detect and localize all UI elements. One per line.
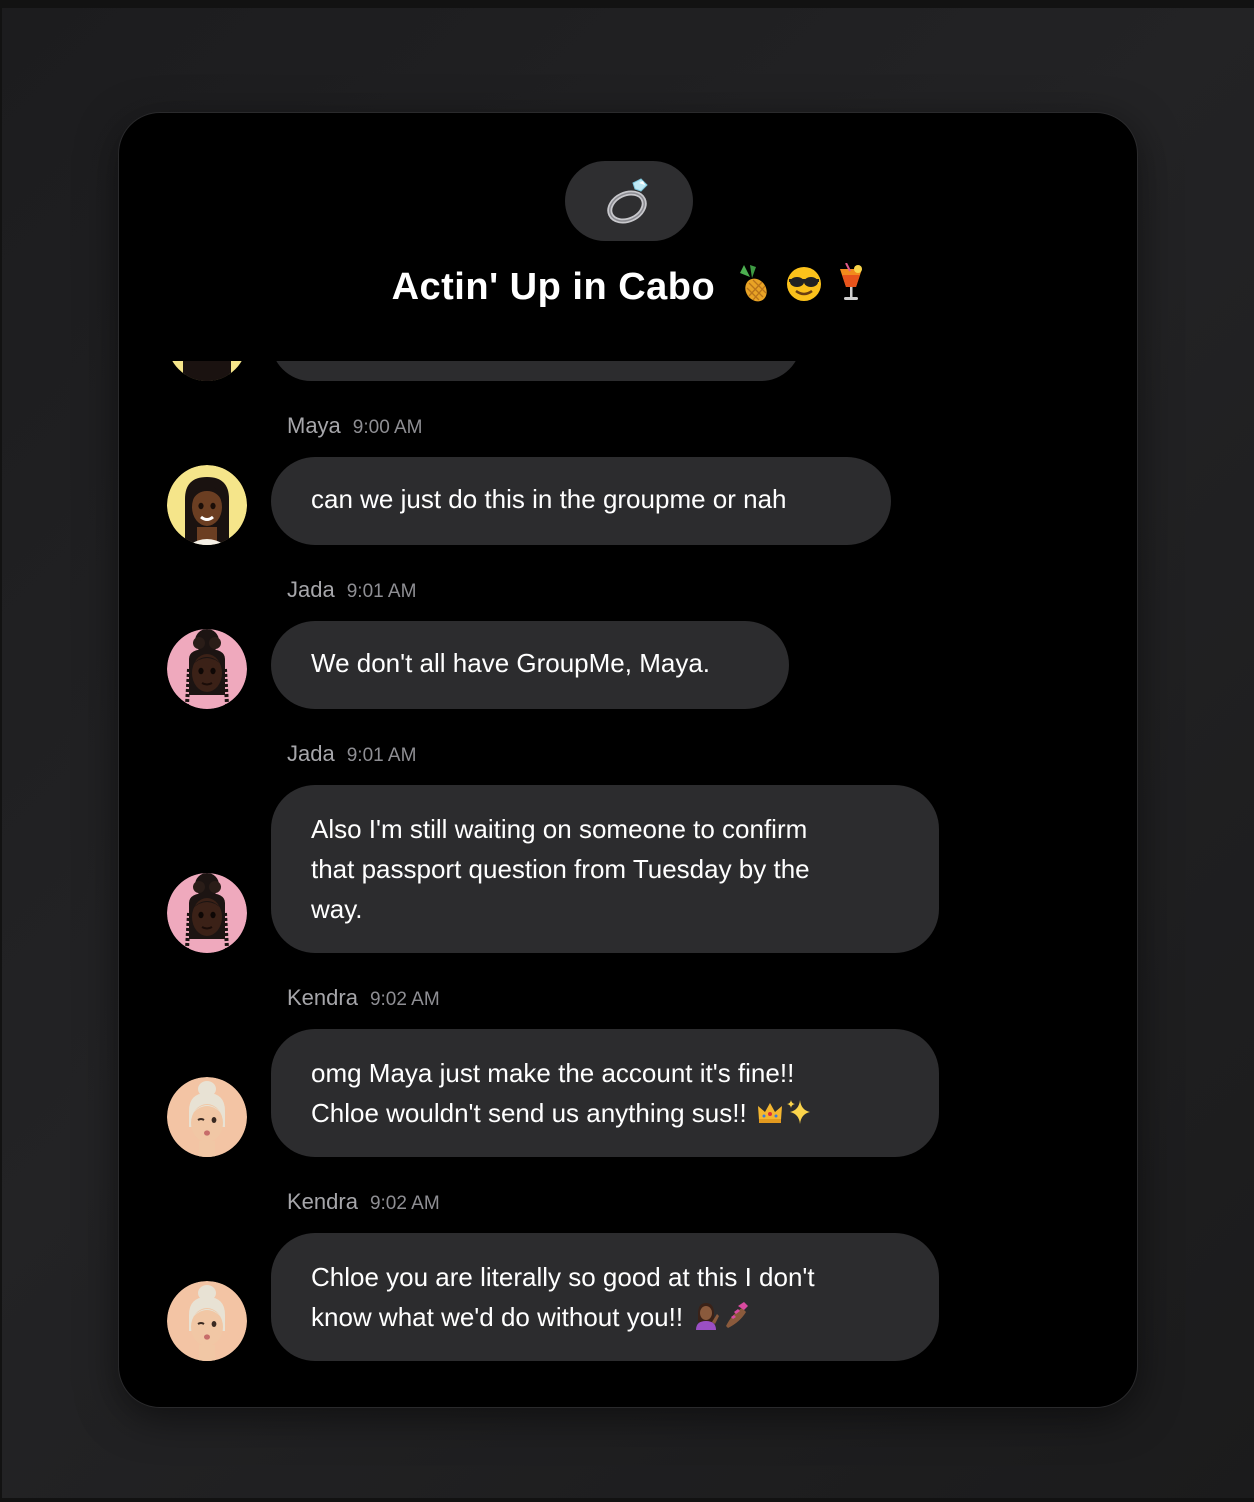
message-bubble[interactable]: can we just do this in the groupme or na… bbox=[271, 457, 891, 545]
crown-icon bbox=[757, 1103, 782, 1123]
nail-polish-icon bbox=[726, 1302, 749, 1328]
message-header: Jada 9:01 AM bbox=[287, 741, 416, 767]
chat-panel: Actin' Up in Cabo Maya 9:00 AM can we ju… bbox=[118, 112, 1138, 1408]
avatar-maya[interactable] bbox=[167, 465, 247, 545]
window-left-edge bbox=[0, 0, 2, 1502]
avatar-jada[interactable] bbox=[167, 873, 247, 953]
chat-title-text: Actin' Up in Cabo bbox=[391, 266, 716, 308]
sender-name: Jada bbox=[287, 741, 335, 766]
woman-tipping-hand-icon bbox=[696, 1303, 720, 1330]
message-text: We don't all have GroupMe, Maya. bbox=[311, 648, 711, 678]
message-header: Kendra 9:02 AM bbox=[287, 985, 440, 1011]
message-time: 9:01 AM bbox=[346, 745, 417, 766]
message-bubble[interactable]: omg Maya just make the account it's fine… bbox=[271, 1029, 939, 1157]
window-top-edge bbox=[0, 0, 1254, 8]
message-list[interactable]: Maya 9:00 AM can we just do this in the g… bbox=[119, 361, 1137, 1407]
message-text-line: Chloe wouldn't send us anything sus!! bbox=[311, 1098, 747, 1128]
chat-title: Actin' Up in Cabo bbox=[119, 263, 1137, 309]
message-header: Kendra 9:02 AM bbox=[287, 1189, 440, 1215]
sender-name: Maya bbox=[287, 413, 341, 438]
sender-name: Kendra bbox=[287, 985, 358, 1010]
message-time: 9:00 AM bbox=[352, 417, 423, 438]
window-bottom-edge bbox=[0, 1498, 1254, 1502]
message-text-line: Also I'm still waiting on someone to con… bbox=[311, 814, 808, 844]
sender-name: Jada bbox=[287, 577, 335, 602]
message-bubble[interactable]: We don't all have GroupMe, Maya. bbox=[271, 621, 789, 709]
message-text-line: Chloe you are literally so good at this … bbox=[311, 1262, 815, 1292]
avatar-jada[interactable] bbox=[167, 629, 247, 709]
group-avatar-button[interactable] bbox=[565, 161, 693, 241]
tropical-drink-icon bbox=[840, 263, 863, 300]
message-time: 9:02 AM bbox=[369, 1193, 440, 1214]
avatar-kendra[interactable] bbox=[167, 1281, 247, 1361]
message-text-line: way. bbox=[311, 894, 363, 924]
sparkles-icon bbox=[786, 1100, 810, 1124]
sunglasses-face-icon bbox=[787, 267, 822, 301]
message-bubble[interactable]: Also I'm still waiting on someone to con… bbox=[271, 785, 939, 953]
message-time: 9:01 AM bbox=[346, 581, 417, 602]
avatar-kendra[interactable] bbox=[167, 1077, 247, 1157]
message-header: Jada 9:01 AM bbox=[287, 577, 416, 603]
message-text: can we just do this in the groupme or na… bbox=[311, 484, 787, 514]
message-text-line: omg Maya just make the account it's fine… bbox=[311, 1058, 795, 1088]
message-bubble[interactable] bbox=[271, 361, 801, 381]
message-text-line: that passport question from Tuesday by t… bbox=[311, 854, 810, 884]
message-text-line: know what we'd do without you!! bbox=[311, 1302, 684, 1332]
pineapple-icon bbox=[740, 265, 767, 302]
message-header: Maya 9:00 AM bbox=[287, 413, 423, 439]
diamond-ring-icon bbox=[607, 178, 648, 224]
avatar bbox=[167, 361, 247, 381]
message-time: 9:02 AM bbox=[369, 989, 440, 1010]
message-bubble[interactable]: Chloe you are literally so good at this … bbox=[271, 1233, 939, 1361]
sender-name: Kendra bbox=[287, 1189, 358, 1214]
